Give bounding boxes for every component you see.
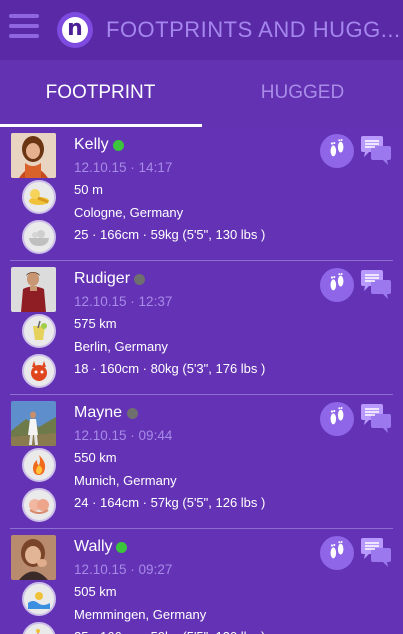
message-button[interactable] <box>359 268 393 302</box>
footprint-button[interactable] <box>320 268 354 302</box>
fire-icon <box>22 448 56 482</box>
last-seen-datetime: 12.10.15 · 09:27 <box>74 562 173 577</box>
chat-icon <box>359 538 393 574</box>
user-row[interactable]: Wally 12.10.15 · 09:27 505 km Memmingen,… <box>0 530 403 634</box>
profile-stats-text: 25 · 166cm · 59kg (5'5", 130 lbs ) <box>74 629 265 634</box>
footprint-icon <box>326 138 348 165</box>
offline-status-icon <box>134 274 145 285</box>
chat-icon <box>359 270 393 306</box>
last-seen-datetime: 12.10.15 · 12:37 <box>74 294 173 309</box>
tab-footprint[interactable]: FOOTPRINT <box>0 60 201 128</box>
swimming-icon <box>22 582 56 616</box>
user-avatar[interactable] <box>11 133 56 178</box>
user-name[interactable]: Kelly <box>74 136 109 154</box>
footprint-icon <box>326 540 348 567</box>
user-row[interactable]: Kelly 12.10.15 · 14:17 50 m Cologne, Ger… <box>0 128 403 262</box>
user-name[interactable]: Mayne <box>74 404 122 422</box>
user-avatar[interactable] <box>11 267 56 312</box>
offline-status-icon <box>127 408 138 419</box>
user-name[interactable]: Wally <box>74 538 113 556</box>
distance-text: 505 km <box>74 584 117 599</box>
footprint-icon <box>326 272 348 299</box>
logo-letter: n <box>62 17 88 43</box>
user-avatar[interactable] <box>11 401 56 446</box>
row-divider <box>10 528 393 529</box>
user-avatar[interactable] <box>11 535 56 580</box>
user-row[interactable]: Mayne 12.10.15 · 09:44 550 km Munich, Ge… <box>0 396 403 530</box>
bathtub-icon <box>22 220 56 254</box>
app-title: FOOTPRINTS AND HUGG... <box>106 17 401 42</box>
tab-hugged[interactable]: HUGGED <box>202 60 403 128</box>
tab-bar: FOOTPRINT HUGGED <box>0 60 403 128</box>
footprint-button[interactable] <box>320 536 354 570</box>
drink-icon <box>22 314 56 348</box>
distance-text: 550 km <box>74 450 117 465</box>
online-status-icon <box>116 542 127 553</box>
message-button[interactable] <box>359 134 393 168</box>
footprint-button[interactable] <box>320 134 354 168</box>
distance-text: 50 m <box>74 182 103 197</box>
message-button[interactable] <box>359 402 393 436</box>
chat-icon <box>359 404 393 440</box>
location-text: Memmingen, Germany <box>74 607 207 622</box>
message-button[interactable] <box>359 536 393 570</box>
active-tab-indicator <box>0 124 202 127</box>
last-seen-datetime: 12.10.15 · 09:44 <box>74 428 173 443</box>
user-row[interactable]: Rudiger 12.10.15 · 12:37 575 km Berlin, … <box>0 262 403 396</box>
row-divider <box>10 394 393 395</box>
footprint-button[interactable] <box>320 402 354 436</box>
app-logo: n <box>57 12 93 48</box>
footprint-icon <box>326 406 348 433</box>
last-seen-datetime: 12.10.15 · 14:17 <box>74 160 173 175</box>
hug-icon <box>22 488 56 522</box>
location-text: Cologne, Germany <box>74 205 184 220</box>
user-name[interactable]: Rudiger <box>74 270 130 288</box>
profile-stats-text: 25 · 166cm · 59kg (5'5", 130 lbs ) <box>74 227 266 242</box>
party-icon <box>22 622 56 634</box>
row-divider <box>10 260 393 261</box>
sunbathing-icon <box>22 180 56 214</box>
chat-icon <box>359 136 393 172</box>
distance-text: 575 km <box>74 316 117 331</box>
top-app-bar: n FOOTPRINTS AND HUGG... <box>0 0 403 60</box>
location-text: Munich, Germany <box>74 473 177 488</box>
location-text: Berlin, Germany <box>74 339 168 354</box>
devil-icon <box>22 354 56 388</box>
online-status-icon <box>113 140 124 151</box>
profile-stats-text: 18 · 160cm · 80kg (5'3", 176 lbs ) <box>74 361 266 376</box>
hamburger-menu-icon[interactable] <box>9 14 39 44</box>
profile-stats-text: 24 · 164cm · 57kg (5'5", 126 lbs ) <box>74 495 266 510</box>
